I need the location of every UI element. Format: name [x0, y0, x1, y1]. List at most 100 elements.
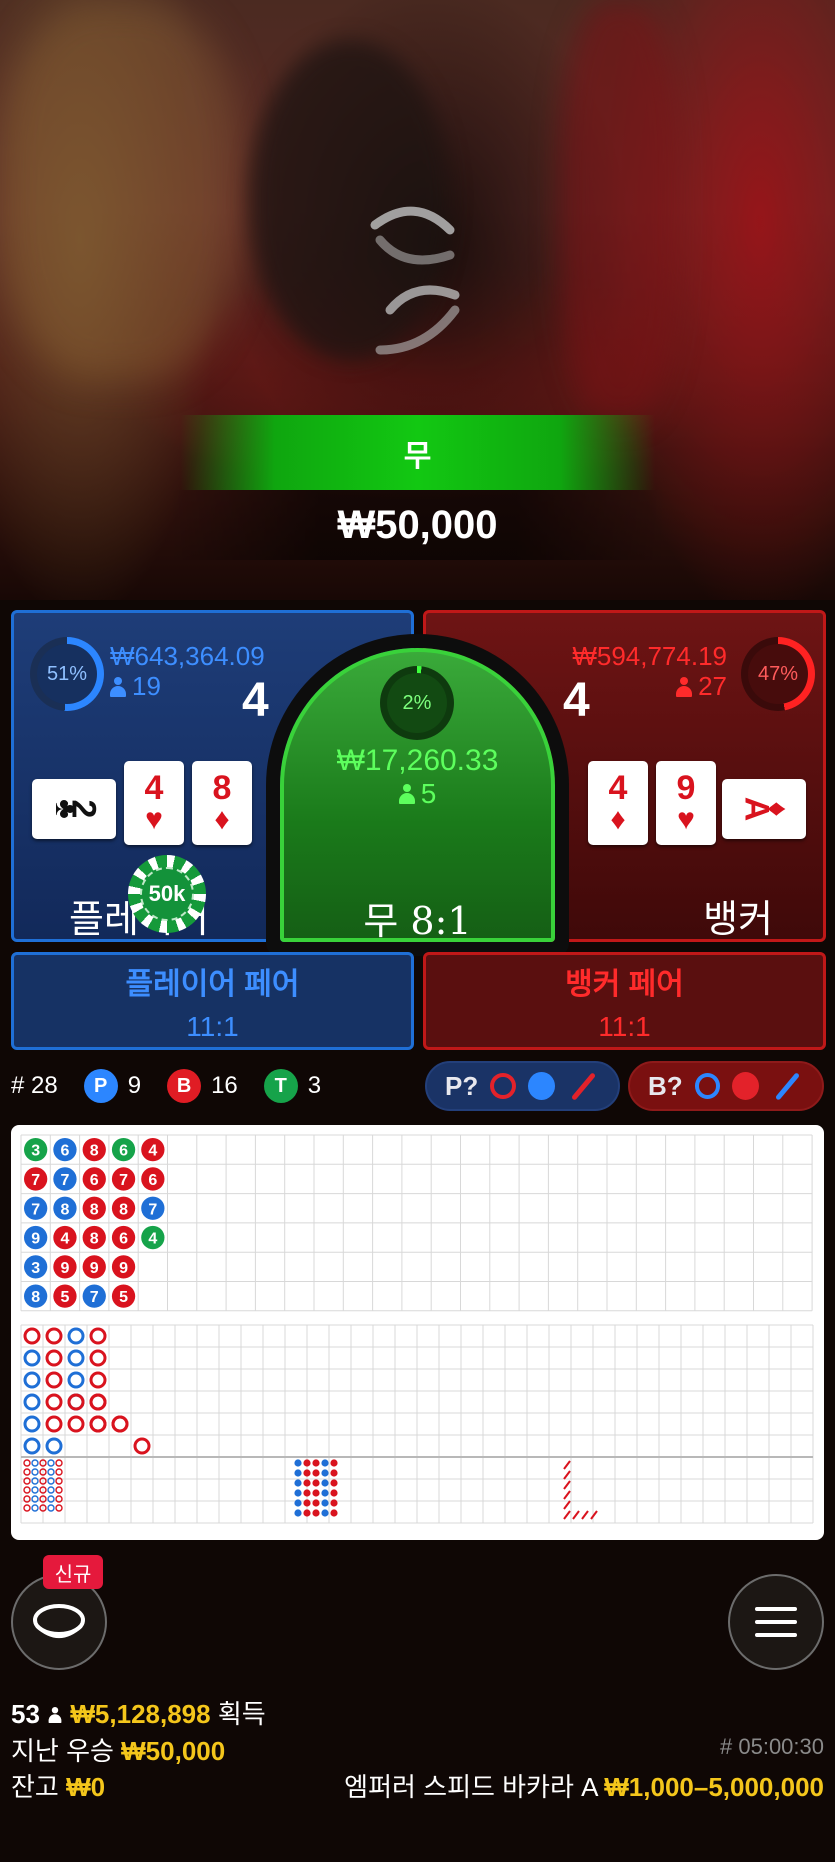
player-bettor-number: 19: [132, 671, 161, 701]
derived-road-marker: [321, 1509, 329, 1517]
big-road-marker: [23, 1349, 41, 1367]
bead-road-label: 6: [60, 1143, 69, 1160]
player-ask-label: P?: [445, 1070, 479, 1101]
person-icon: [676, 676, 693, 697]
banker-percent: 47%: [748, 644, 808, 704]
banker-total-bet: ₩594,774.19: [572, 641, 727, 671]
banker-card-1: 4 ♦: [588, 761, 648, 845]
player-score: 4: [242, 674, 269, 727]
derived-road-marker: [563, 1490, 571, 1500]
derived-road-marker: [312, 1469, 320, 1477]
banker-bettor-count: 27: [676, 671, 727, 702]
derived-road-marker: [294, 1499, 302, 1507]
big-road-marker: [45, 1437, 63, 1455]
loading-spinner-icon: [370, 206, 460, 355]
derived-road-marker: [321, 1469, 329, 1477]
player-percent: 51%: [37, 644, 97, 704]
bead-road-label: 4: [148, 1143, 157, 1160]
derived-road-marker: [312, 1489, 320, 1497]
bead-road-label: 7: [31, 1201, 40, 1218]
balance-label: 잔고: [11, 1772, 59, 1802]
table-info-line: 엠퍼러 스피드 바카라 A ₩1,000–5,000,000: [344, 1767, 824, 1804]
player-pair-bet-spot[interactable]: 플레이어 페어 11:1: [11, 952, 414, 1050]
win-amount: ₩50,000: [337, 502, 498, 547]
derived-road-marker: [294, 1459, 302, 1467]
big-road-marker: [23, 1415, 41, 1433]
diamond-suit-icon: ♦: [760, 801, 794, 817]
result-banner: 무: [180, 415, 655, 490]
derived-road-marker: [330, 1509, 338, 1517]
derived-road-marker: [563, 1510, 571, 1520]
bead-road-label: 9: [119, 1260, 128, 1277]
tie-wins-count: 3: [307, 1072, 322, 1099]
derived-road-marker: [563, 1480, 571, 1490]
bead-road-label: 3: [31, 1260, 40, 1277]
scoreboard-roads[interactable]: 3 7 7 9 3 8 6 7 8 4 9 5 8 6 8 8 9 7 6 7 8 6 9 5 4 6 7 4: [11, 1125, 824, 1540]
bead-road-label: 8: [119, 1201, 128, 1218]
derived-road-marker: [321, 1499, 329, 1507]
banker-ask-button[interactable]: B?: [628, 1061, 824, 1111]
table-name: 엠퍼러 스피드 바카라 A: [344, 1772, 598, 1802]
tie-bet-label: 무 8:1: [363, 899, 472, 943]
derived-road-marker: [55, 1459, 63, 1467]
tie-percent-ring: 2%: [380, 666, 454, 740]
table-icon: [33, 1604, 85, 1638]
bet-chip[interactable]: 50k: [128, 855, 206, 933]
derived-road-marker: [23, 1459, 31, 1467]
big-road-marker: [133, 1437, 151, 1455]
bead-road-label: 6: [119, 1231, 128, 1248]
derived-road-marker: [47, 1486, 55, 1494]
banker-card-3: A ♦: [722, 779, 806, 839]
player-bettor-count: 19: [110, 671, 161, 702]
derived-road-marker: [55, 1486, 63, 1494]
derived-road-marker: [572, 1510, 580, 1520]
derived-road-marker: [31, 1459, 39, 1467]
big-road-marker: [23, 1371, 41, 1389]
card-rank: 4: [608, 769, 628, 807]
derived-road-marker: [330, 1479, 338, 1487]
derived-road-marker: [312, 1509, 320, 1517]
derived-road-marker: [55, 1468, 63, 1476]
derived-road-marker: [31, 1504, 39, 1512]
card-rank: 4: [144, 769, 164, 807]
bead-road-label: 4: [148, 1231, 157, 1248]
derived-road-marker: [312, 1479, 320, 1487]
last-win-line: 지난 우승 ₩50,000: [11, 1731, 225, 1768]
bead-road-label: 6: [148, 1172, 157, 1189]
banker-ask-label: B?: [648, 1070, 683, 1101]
big-road-marker: [23, 1393, 41, 1411]
card-rank: 8: [212, 769, 232, 807]
big-road-marker: [23, 1327, 41, 1345]
big-road-marker: [89, 1393, 107, 1411]
banker-bettor-number: 27: [698, 671, 727, 701]
player-pair-label: 플레이어 페어: [125, 968, 300, 1001]
big-road-marker: [45, 1415, 63, 1433]
big-road-marker: [45, 1327, 63, 1345]
bead-road-label: 8: [90, 1143, 99, 1160]
result-label: 무: [403, 439, 432, 473]
derived-road-marker: [321, 1479, 329, 1487]
chip-value: 50k: [140, 867, 194, 921]
winners-line: 53 ₩5,128,898 획득: [11, 1694, 266, 1731]
derived-road-marker: [303, 1479, 311, 1487]
red-slash-icon: [570, 1071, 597, 1101]
heart-suit-icon: ♥: [677, 803, 695, 836]
derived-road-marker: [55, 1504, 63, 1512]
banker-pair-bet-spot[interactable]: 뱅커 페어 11:1: [423, 952, 826, 1050]
big-road-marker: [67, 1349, 85, 1367]
banker-pair-odds: 11:1: [598, 1011, 651, 1042]
derived-road-marker: [47, 1468, 55, 1476]
banker-card-2: 9 ♥: [656, 761, 716, 845]
player-ask-button[interactable]: P?: [425, 1061, 620, 1111]
red-ring-icon: [490, 1073, 516, 1099]
new-badge: 신규: [43, 1555, 103, 1589]
derived-road-marker: [303, 1489, 311, 1497]
banker-score: 4: [563, 674, 590, 727]
player-total-bet: ₩643,364.09: [110, 641, 265, 671]
tie-bet-spot[interactable]: 2% ₩17,260.33 5 무 8:1: [280, 648, 555, 943]
bead-road-label: 5: [60, 1289, 69, 1306]
bead-road-label: 5: [119, 1289, 128, 1306]
tie-bettor-number: 5: [420, 778, 437, 809]
player-pair-odds: 11:1: [186, 1011, 239, 1042]
menu-button[interactable]: [728, 1574, 824, 1670]
